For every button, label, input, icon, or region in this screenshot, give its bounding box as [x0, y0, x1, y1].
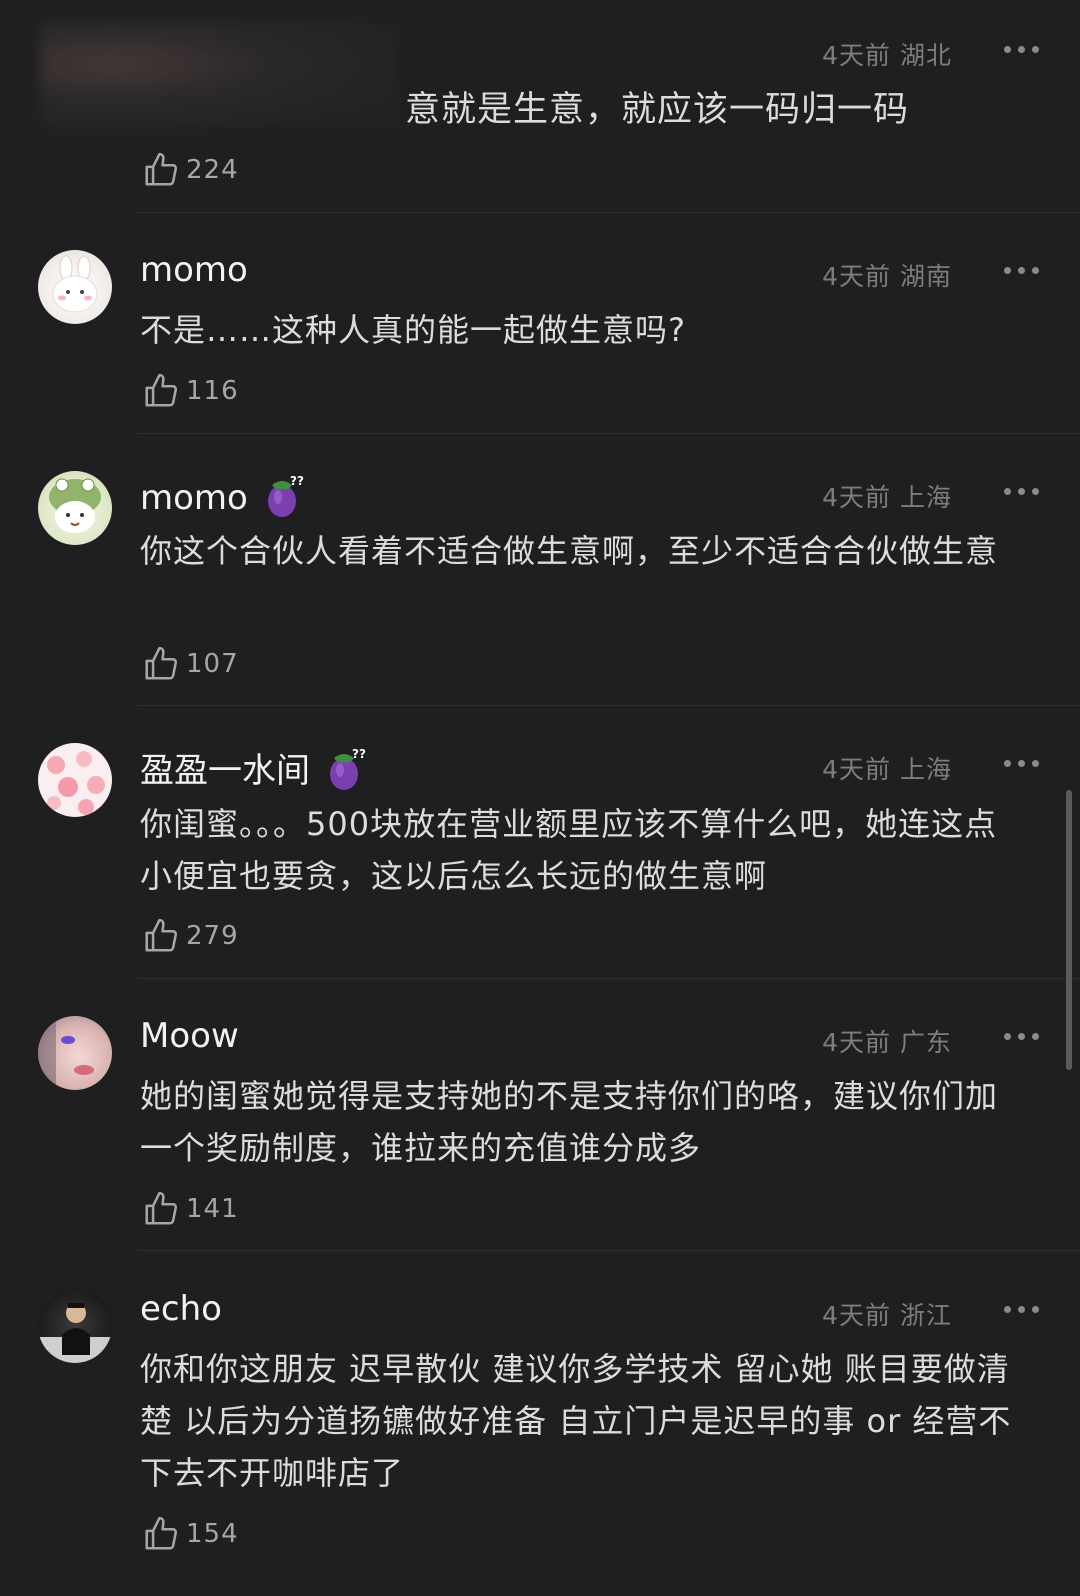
- username[interactable]: 盈盈一水间 ??: [140, 743, 368, 801]
- comment-location: 湖北: [899, 41, 952, 70]
- more-options-icon[interactable]: [1002, 267, 1042, 277]
- comment-meta: 4天前 湖北: [822, 36, 952, 72]
- username[interactable]: echo: [140, 1289, 222, 1329]
- avatar[interactable]: [38, 250, 112, 324]
- comment-time: 4天前: [822, 755, 892, 784]
- comment-meta: 4天前 上海: [822, 478, 952, 514]
- face-photo-avatar-icon: [38, 1016, 94, 1090]
- svg-text:??: ??: [290, 474, 304, 488]
- like-count: 141: [186, 1194, 239, 1224]
- like-button[interactable]: 141: [142, 1189, 239, 1229]
- divider: [137, 212, 1080, 213]
- comment-meta: 4天前 湖南: [822, 257, 952, 293]
- comment-time: 4天前: [822, 1301, 892, 1330]
- like-button[interactable]: 154: [142, 1514, 239, 1554]
- comment-meta: 4天前 上海: [822, 750, 952, 786]
- username-text: momo: [140, 478, 248, 518]
- more-options-icon[interactable]: [1002, 46, 1042, 56]
- thumbs-up-icon: [145, 646, 178, 680]
- comment-text: 不是……这种人真的能一起做生意吗?: [140, 311, 686, 349]
- avatar[interactable]: [38, 471, 112, 545]
- comment-time: 4天前: [822, 262, 892, 291]
- comment-location: 浙江: [899, 1301, 952, 1330]
- comment-text: 她的闺蜜她觉得是支持她的不是支持你们的咯，建议你们加一个奖励制度，谁拉来的充值谁…: [140, 1077, 999, 1167]
- divider: [137, 433, 1080, 434]
- thumbs-up-icon: [145, 152, 178, 186]
- like-button[interactable]: 116: [142, 371, 239, 411]
- like-button[interactable]: 224: [142, 150, 239, 190]
- more-options-icon[interactable]: [1002, 760, 1042, 770]
- comment-location: 广东: [899, 1028, 952, 1057]
- like-count: 224: [186, 155, 239, 185]
- more-options-icon[interactable]: [1002, 1306, 1042, 1316]
- comment-text: 你和你这朋友 迟早散伙 建议你多学技术 留心她 账目要做清楚 以后为分道扬镳做好…: [140, 1350, 1012, 1492]
- comment-text: 你闺蜜。。。500块放在营业额里应该不算什么吧，她连这点小便宜也要贪，这以后怎么…: [140, 805, 998, 895]
- divider: [137, 978, 1080, 979]
- more-options-icon[interactable]: [1002, 1033, 1042, 1043]
- comment-time: 4天前: [822, 483, 892, 512]
- thumbs-up-icon: [145, 1516, 178, 1550]
- divider: [137, 1250, 1080, 1251]
- username[interactable]: momo: [140, 250, 248, 290]
- scrollbar[interactable]: [1066, 790, 1072, 1070]
- peach-pattern-avatar-icon: [47, 751, 105, 815]
- more-options-icon[interactable]: [1002, 488, 1042, 498]
- thumbs-up-icon: [145, 1191, 178, 1225]
- comment-time: 4天前: [822, 1028, 892, 1057]
- comment-location: 上海: [899, 483, 952, 512]
- username[interactable]: momo ??: [140, 471, 306, 528]
- username[interactable]: Moow: [140, 1016, 239, 1056]
- frog-hat-avatar-icon: [49, 478, 101, 533]
- like-count: 116: [186, 376, 239, 406]
- avatar[interactable]: [38, 1016, 112, 1090]
- comment-location: 湖南: [899, 262, 952, 291]
- avatar[interactable]: [38, 743, 112, 817]
- person-photo-avatar-icon: [38, 1303, 112, 1363]
- like-count: 279: [186, 921, 239, 951]
- svg-text:??: ??: [352, 747, 366, 761]
- comment-time: 4天前: [822, 41, 892, 70]
- eggplant-badge-icon: ??: [262, 471, 306, 528]
- divider: [137, 705, 1080, 706]
- like-button[interactable]: 279: [142, 916, 239, 956]
- comment-meta: 4天前 广东: [822, 1023, 952, 1059]
- comment-text: 意就是生意，就应该一码归一码: [405, 90, 910, 130]
- like-count: 154: [186, 1519, 239, 1549]
- blurred-avatar-and-name: [40, 20, 400, 130]
- thumbs-up-icon: [145, 918, 178, 952]
- like-count: 107: [186, 649, 239, 679]
- eggplant-badge-icon: ??: [324, 744, 368, 801]
- comment-location: 上海: [899, 755, 952, 784]
- comment-text: 你这个合伙人看着不适合做生意啊，至少不适合合伙做生意: [140, 532, 999, 570]
- like-button[interactable]: 107: [142, 644, 239, 684]
- username-text: 盈盈一水间: [140, 751, 310, 791]
- comment-meta: 4天前 浙江: [822, 1296, 952, 1332]
- thumbs-up-icon: [145, 373, 178, 407]
- avatar[interactable]: [38, 1289, 112, 1363]
- bunny-avatar-icon: [52, 255, 98, 313]
